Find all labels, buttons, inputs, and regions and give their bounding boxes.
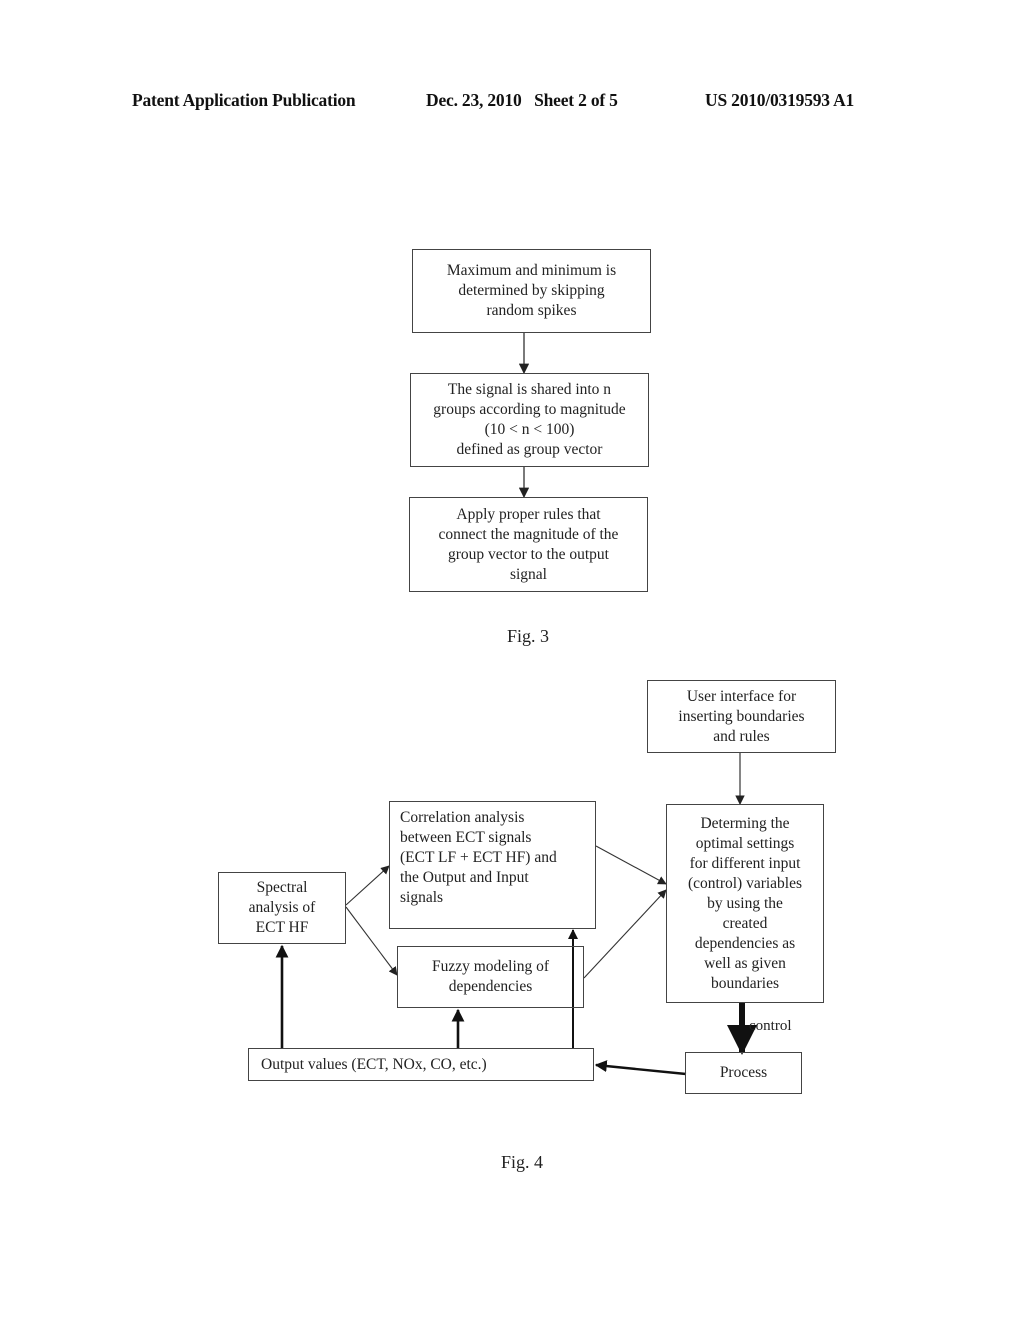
box-process: Process [685,1052,802,1094]
box-user-interface: User interface for inserting boundaries … [647,680,836,753]
box-correlation-analysis-text: Correlation analysis between ECT signals… [400,809,557,906]
box-output-values: Output values (ECT, NOx, CO, etc.) [248,1048,594,1081]
box-correlation-analysis: Correlation analysis between ECT signals… [389,801,596,929]
box-spectral-analysis-text: Spectral analysis of ECT HF [248,879,316,936]
arrow-correlation-to-determining [595,845,667,885]
box-fuzzy-modeling: Fuzzy modeling of dependencies [397,946,584,1008]
figure-caption-3: Fig. 3 [507,626,550,646]
box-determining-settings: Determing the optimal settings for diffe… [666,804,824,1003]
control-label: control [749,1018,792,1034]
box-spectral-analysis: Spectral analysis of ECT HF [218,872,346,944]
box-process-text: Process [719,1064,768,1081]
box-output-values-text: Output values (ECT, NOx, CO, etc.) [261,1055,487,1073]
connector-layer [275,333,757,1076]
box-determining-settings-text: Determing the optimal settings for diffe… [687,814,803,992]
box-apply-rules-text: Apply proper rules that connect the magn… [438,505,619,583]
box-signal-groups: The signal is shared into n groups accor… [410,373,649,467]
arrow-process-to-output [594,1060,687,1076]
box-apply-rules: Apply proper rules that connect the magn… [409,497,648,592]
figure-caption-4: Fig. 4 [501,1152,544,1172]
box-max-min: Maximum and minimum is determined by ski… [412,249,651,333]
box-fuzzy-modeling-text: Fuzzy modeling of dependencies [431,958,550,995]
box-signal-groups-text: The signal is shared into n groups accor… [433,381,626,458]
box-max-min-text: Maximum and minimum is determined by ski… [446,262,617,319]
arrow-fuzzy-to-determining [583,889,667,979]
box-user-interface-text: User interface for inserting boundaries … [678,687,805,745]
arrow-spectral-to-correlation [345,865,390,906]
